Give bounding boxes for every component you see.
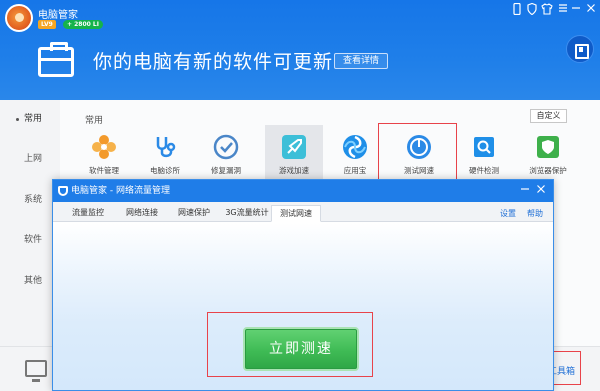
close-icon[interactable] xyxy=(584,3,598,17)
tool-pc-clinic[interactable]: 电脑诊所 xyxy=(136,125,194,181)
minimize-icon[interactable] xyxy=(569,3,583,17)
tool-label: 硬件检测 xyxy=(469,166,499,175)
highlight-box-speed-test xyxy=(378,123,457,181)
tool-label: 应用宝 xyxy=(343,166,367,175)
skin-shirt-icon[interactable] xyxy=(540,3,554,19)
tab-3g-traffic-stats[interactable]: 3G流量统计 xyxy=(222,205,272,222)
highlight-box-speed-button xyxy=(207,312,373,377)
dialog-title: 电脑管家 - 网络流量管理 xyxy=(71,186,170,196)
tool-label: 软件管理 xyxy=(89,166,119,175)
sidebar-item-other[interactable]: 其他 xyxy=(0,269,60,293)
tool-fix-vulnerabilities[interactable]: 修复漏洞 xyxy=(197,125,255,181)
sidebar-item-internet[interactable]: 上网 xyxy=(0,147,60,171)
tab-network-connections[interactable]: 网络连接 xyxy=(119,205,165,222)
app-store-icon xyxy=(343,135,367,159)
stethoscope-icon xyxy=(156,137,176,158)
view-details-button[interactable]: 查看详情 xyxy=(334,53,388,69)
flower-icon xyxy=(92,135,116,159)
vip-badge[interactable]: + 2800 ⅬⅠ xyxy=(63,20,103,29)
phone-icon[interactable] xyxy=(510,2,524,19)
dialog-titlebar[interactable]: 电脑管家 - 网络流量管理 xyxy=(53,180,553,202)
monitor-icon[interactable] xyxy=(25,360,47,382)
chip-search-icon xyxy=(474,137,494,157)
sidebar-item-system[interactable]: 系统 xyxy=(0,188,60,212)
tool-hardware-check[interactable]: 硬件检测 xyxy=(455,125,513,181)
sidebar-item-software[interactable]: 软件 xyxy=(0,228,60,252)
help-link[interactable]: 帮助 xyxy=(527,208,543,219)
settings-link[interactable]: 设置 xyxy=(500,208,516,219)
guard-logo-icon xyxy=(58,186,68,196)
dialog-tab-bar: 流量监控 网络连接 网速保护 3G流量统计 测试网速 设置 帮助 xyxy=(53,202,553,222)
gamepad-rocket-icon xyxy=(282,135,306,159)
security-shield-icon[interactable] xyxy=(525,2,539,19)
app-name: 电脑管家 xyxy=(38,10,78,21)
tool-app-store[interactable]: 应用宝 xyxy=(326,125,384,181)
toolbox-icon xyxy=(38,42,74,77)
tool-game-boost[interactable]: 游戏加速 xyxy=(265,125,323,181)
sidebar-item-common[interactable]: 常用 xyxy=(0,107,60,131)
top-banner: 电脑管家 LV9 + 2800 ⅬⅠ 你的电脑有新的软件可更新 查看详情 xyxy=(0,0,600,100)
dialog-close-icon[interactable] xyxy=(535,184,547,198)
tool-browser-protection[interactable]: 浏览器保护 xyxy=(519,125,577,181)
tool-label: 修复漏洞 xyxy=(211,166,241,175)
tab-speed-protection[interactable]: 网速保护 xyxy=(171,205,217,222)
menu-icon[interactable] xyxy=(556,3,570,17)
customize-button[interactable]: 自定义 xyxy=(530,109,567,123)
tool-label: 浏览器保护 xyxy=(529,166,567,175)
tool-label: 游戏加速 xyxy=(279,166,309,175)
dialog-minimize-icon[interactable] xyxy=(519,184,531,198)
tool-label: 电脑诊所 xyxy=(150,166,180,175)
avatar[interactable] xyxy=(5,4,33,32)
level-badge[interactable]: LV9 xyxy=(38,20,56,29)
shield-repair-icon xyxy=(213,134,239,160)
browser-shield-icon xyxy=(537,136,559,158)
update-headline: 你的电脑有新的软件可更新 xyxy=(93,51,334,73)
exit-toolbox-icon[interactable] xyxy=(566,35,594,63)
tab-speed-test[interactable]: 测试网速 xyxy=(271,205,321,222)
tool-software-manager[interactable]: 软件管理 xyxy=(75,125,133,181)
tab-traffic-monitor[interactable]: 流量监控 xyxy=(65,205,111,222)
